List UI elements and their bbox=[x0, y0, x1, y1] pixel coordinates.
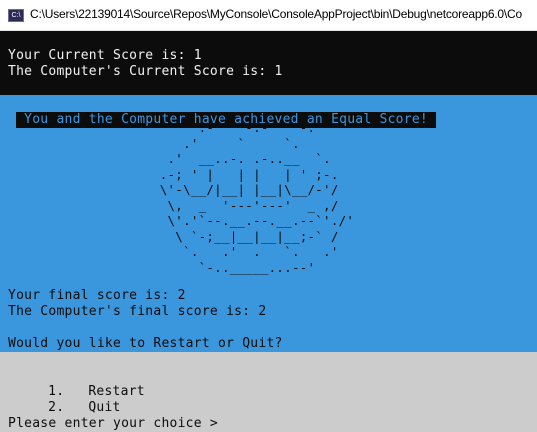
ascii-art-mouth: .-""""-.-""""-. .' ` `. .' __..-. .-..__… bbox=[159, 120, 355, 275]
current-score: Your Current Score is: 1 bbox=[8, 48, 202, 63]
window-titlebar[interactable]: C:\ C:\Users\22139014\Source\Repos\MyCon… bbox=[0, 0, 537, 31]
option-label: Quit bbox=[88, 400, 121, 415]
option-number: 2. bbox=[48, 400, 65, 415]
menu-option-quit: 2. Quit bbox=[32, 384, 537, 416]
player-final-score: Your final score is: 2 bbox=[8, 288, 186, 303]
computer-current-score: The Computer's Current Score is: 1 bbox=[8, 64, 283, 79]
window-title: C:\Users\22139014\Source\Repos\MyConsole… bbox=[30, 7, 522, 21]
computer-final-score: The Computer's final score is: 2 bbox=[8, 304, 267, 319]
restart-quit-question: Would you like to Restart or Quit? bbox=[8, 336, 283, 351]
console-app-icon: C:\ bbox=[8, 9, 24, 22]
choice-input-prompt[interactable]: Please enter your choice > bbox=[8, 416, 537, 432]
